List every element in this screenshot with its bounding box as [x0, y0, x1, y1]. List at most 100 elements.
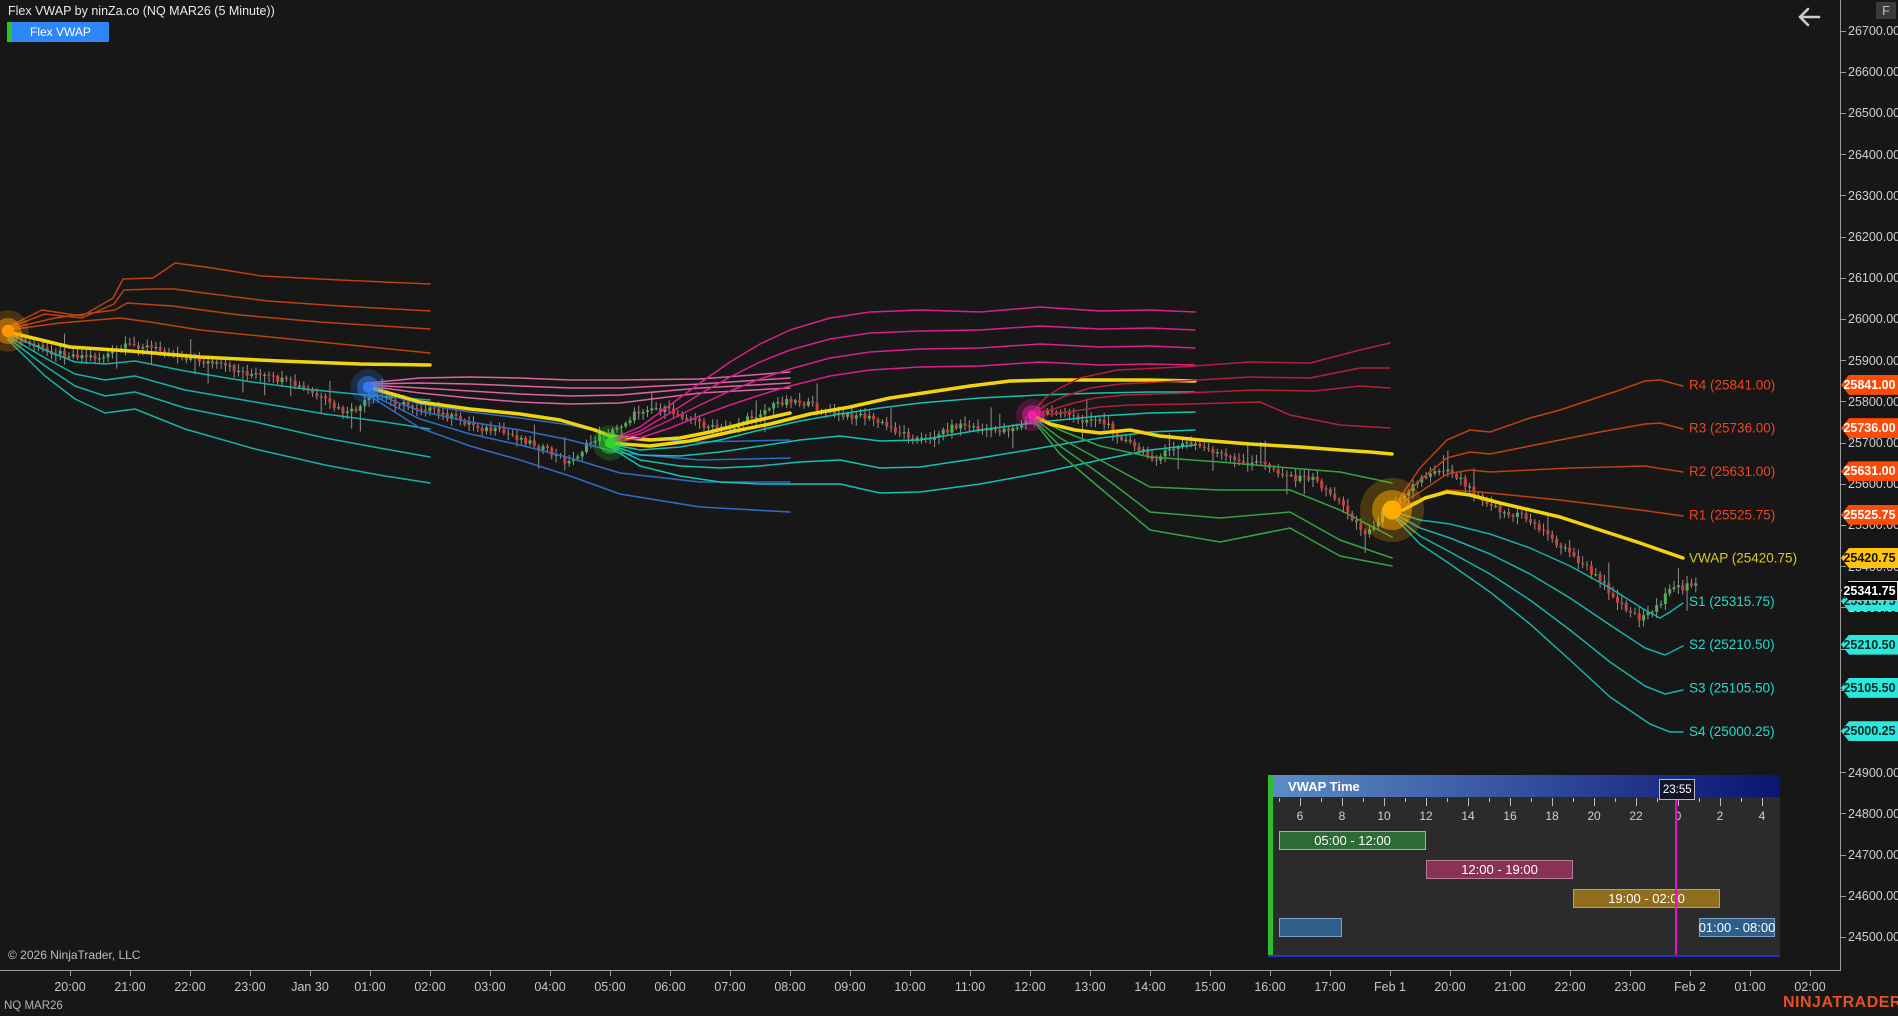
price-axis-label: 26100.00	[1848, 271, 1898, 285]
candle-body	[207, 361, 210, 364]
price-axis-tick	[1840, 319, 1846, 320]
price-axis-tick	[1840, 937, 1846, 938]
candle-body	[1686, 583, 1689, 590]
candle-body	[1124, 440, 1127, 441]
candle-body	[620, 426, 623, 427]
candle-body	[1098, 420, 1101, 421]
panel-hour-label: 4	[1759, 809, 1766, 823]
plot-label-VWAP: VWAP (25420.75)	[1689, 551, 1797, 566]
candle-body	[272, 375, 275, 376]
time-axis-label: 05:00	[594, 980, 625, 994]
candle-body	[246, 371, 249, 376]
candle-body	[1138, 447, 1141, 451]
candle-body	[189, 358, 192, 360]
session-range-bar	[1279, 918, 1342, 937]
candle-body	[1681, 585, 1684, 590]
candle-body	[968, 426, 971, 427]
candle-body	[1329, 489, 1332, 494]
candle-body	[1264, 462, 1267, 464]
panel-hour-tick-minor	[1699, 798, 1700, 802]
candle-body	[146, 345, 149, 347]
candle-body	[711, 425, 714, 427]
candle-body	[529, 440, 532, 443]
ninjatrader-chart-window: Flex VWAP by ninZa.co (NQ MAR26 (5 Minut…	[0, 0, 1898, 1016]
panel-hour-label: 8	[1339, 809, 1346, 823]
candle-body	[407, 402, 410, 406]
candle-body	[1198, 444, 1201, 447]
candle-body	[1677, 585, 1680, 587]
candle-body	[816, 403, 819, 410]
price-axis-tick	[1840, 237, 1846, 238]
candle-body	[94, 356, 97, 360]
price-axis-tick	[1840, 154, 1846, 155]
candle-body	[350, 409, 353, 412]
candle-body	[442, 413, 445, 414]
candle-body	[76, 354, 79, 358]
candle-body	[1581, 563, 1584, 564]
candle-body	[907, 432, 910, 438]
candle-body	[1133, 442, 1136, 446]
price-axis[interactable]: 26700.0026600.0026500.0026400.0026300.00…	[1840, 0, 1898, 970]
candle-body	[59, 351, 62, 355]
candle-body	[1290, 475, 1293, 476]
candle-body	[798, 400, 801, 403]
time-axis-label: Feb 1	[1374, 980, 1406, 994]
session-0100-0800-band-R4	[368, 372, 790, 383]
candle-body	[1642, 615, 1645, 620]
candle-body	[942, 429, 945, 434]
vwap-time-panel[interactable]: VWAP Time 6810121416182022024 05:00 - 12…	[1268, 775, 1780, 957]
candle-body	[1103, 420, 1106, 425]
time-axis-label: 03:00	[474, 980, 505, 994]
session-0100-0800-start-dot	[363, 382, 374, 393]
panel-hour-label: 20	[1587, 809, 1600, 823]
candle-body	[1107, 424, 1110, 425]
candle-body	[964, 423, 967, 425]
plot-label-R4: R4 (25841.00)	[1689, 377, 1775, 392]
price-axis-tick	[1840, 607, 1846, 608]
candle-body	[811, 401, 814, 403]
candle-body	[228, 365, 231, 366]
time-axis-label: Feb 2	[1674, 980, 1706, 994]
candle-body	[215, 362, 218, 364]
candle-body	[1255, 461, 1258, 462]
candle-body	[755, 417, 758, 418]
candle-body	[1638, 613, 1641, 620]
candle-body	[341, 407, 344, 413]
time-axis-tick	[1690, 971, 1691, 976]
last-price-tag: 25341.75	[1841, 581, 1898, 601]
candle-body	[1586, 565, 1589, 566]
candle-body	[1307, 477, 1310, 480]
time-axis-label: 12:00	[1014, 980, 1045, 994]
candle-body	[1490, 504, 1493, 506]
candle-body	[1433, 471, 1436, 473]
time-axis-label: 17:00	[1314, 980, 1345, 994]
candle-body	[629, 420, 632, 423]
plot-label-R1: R1 (25525.75)	[1689, 507, 1775, 522]
time-axis-label: 08:00	[774, 980, 805, 994]
candle-body	[1294, 475, 1297, 481]
candle-body	[1660, 604, 1663, 605]
candle-body	[1429, 474, 1432, 477]
candle-body	[650, 408, 653, 410]
candle-body	[268, 375, 271, 376]
candle-body	[589, 442, 592, 443]
candle-body	[1533, 523, 1536, 525]
price-axis-tick	[1840, 31, 1846, 32]
candle-body	[781, 402, 784, 405]
panel-hour-tick-minor	[1615, 798, 1616, 802]
candle-body	[1468, 486, 1471, 487]
time-axis[interactable]: 20:0021:0022:0023:00Jan 3001:0002:0003:0…	[0, 971, 1841, 999]
candle-body	[1207, 448, 1210, 449]
indicator-price-tag: 25420.75	[1841, 548, 1898, 568]
candle-body	[311, 390, 314, 393]
candle-body	[1211, 449, 1214, 453]
session-1900-0200-feb1-band-R4	[1395, 380, 1683, 505]
candle-body	[1242, 461, 1245, 463]
candle-body	[1546, 531, 1549, 535]
candle-body	[542, 446, 545, 450]
panel-hour-label: 22	[1629, 809, 1642, 823]
plot-label-S4: S4 (25000.25)	[1689, 724, 1775, 739]
price-axis-label: 24500.00	[1848, 930, 1898, 944]
price-axis-label: 26400.00	[1848, 148, 1898, 162]
candle-body	[1673, 587, 1676, 589]
